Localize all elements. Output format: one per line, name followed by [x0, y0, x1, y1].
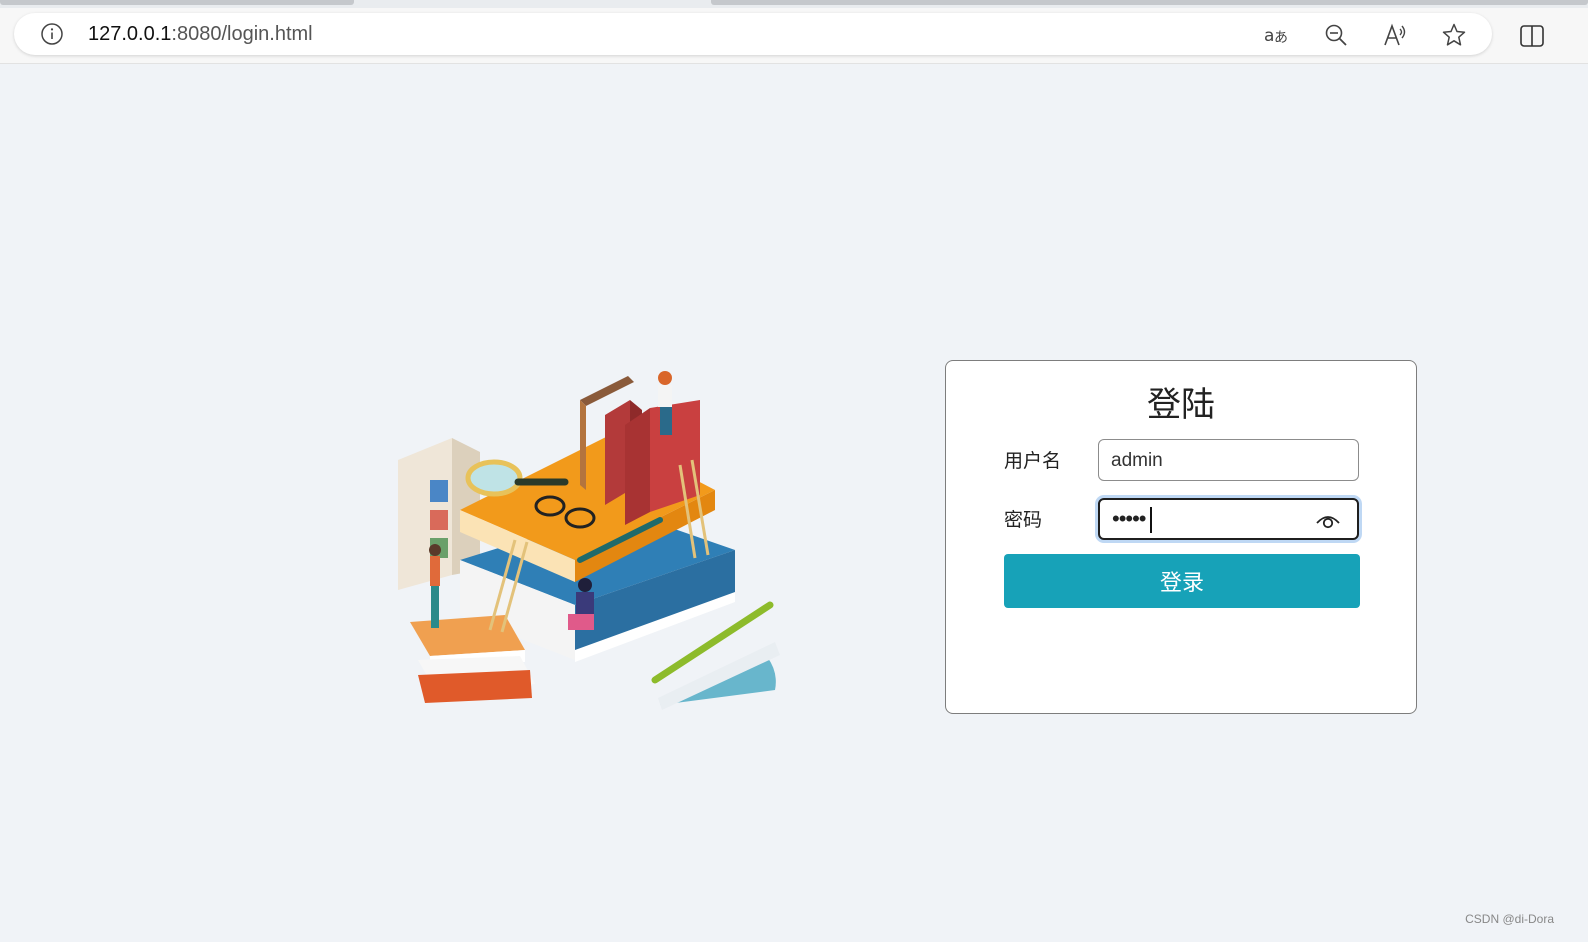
- password-masked-value: •••••: [1112, 506, 1147, 531]
- info-icon[interactable]: [40, 22, 64, 46]
- text-caret: [1150, 507, 1152, 533]
- password-label: 密码: [1004, 510, 1043, 531]
- browser-toolbar: 127.0.0.1:8080/login.html a あ: [0, 8, 1588, 64]
- url-path: :8080/login.html: [171, 23, 313, 45]
- svg-text:あ: あ: [1274, 30, 1288, 46]
- zoom-out-icon[interactable]: [1323, 22, 1349, 48]
- login-button[interactable]: 登录: [1004, 554, 1360, 608]
- username-value: admin: [1111, 450, 1163, 471]
- watermark: CSDN @di-Dora: [1465, 912, 1554, 926]
- login-card: 登陆 用户名 admin 密码 ••••• 登录: [945, 360, 1417, 714]
- address-bar[interactable]: 127.0.0.1:8080/login.html a あ: [14, 13, 1492, 55]
- favorite-star-icon[interactable]: [1441, 22, 1467, 48]
- login-title: 登陆: [1147, 386, 1215, 424]
- tab-inactive-right[interactable]: [711, 0, 1588, 5]
- svg-text:a: a: [1264, 26, 1274, 46]
- read-aloud-icon[interactable]: [1382, 22, 1408, 48]
- url-host: 127.0.0.1: [88, 23, 172, 45]
- show-password-eye-icon[interactable]: [1315, 508, 1341, 534]
- tab-strip: [0, 0, 1588, 8]
- url-text[interactable]: 127.0.0.1:8080/login.html: [88, 22, 313, 46]
- username-input[interactable]: admin: [1098, 439, 1359, 481]
- tab-inactive-left[interactable]: [0, 0, 354, 5]
- translate-icon[interactable]: a あ: [1263, 22, 1289, 48]
- password-input[interactable]: •••••: [1098, 498, 1359, 540]
- books-illustration: [398, 371, 780, 710]
- username-label: 用户名: [1004, 451, 1062, 472]
- split-screen-icon[interactable]: [1518, 22, 1546, 50]
